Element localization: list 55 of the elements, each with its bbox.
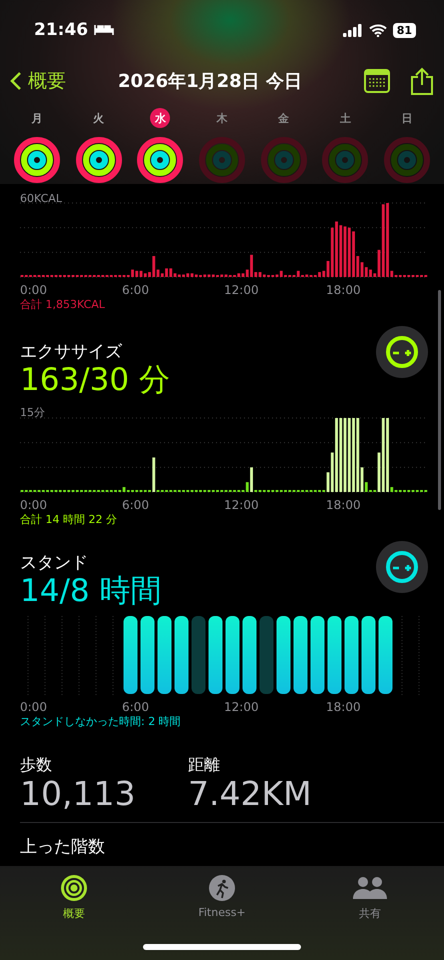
chevron-left-icon bbox=[10, 71, 22, 92]
stat-label: 距離 bbox=[188, 755, 221, 776]
runner-icon bbox=[208, 874, 236, 902]
back-link[interactable]: 概要 bbox=[10, 68, 66, 94]
weekday-tab[interactable]: 木 bbox=[212, 108, 232, 128]
wifi-icon bbox=[368, 24, 387, 37]
axis-label: 18:00 bbox=[326, 283, 362, 297]
exercise-title: エクササイズ bbox=[20, 341, 122, 363]
activity-rings-icon[interactable] bbox=[136, 136, 184, 184]
move-total: 合計 1,853KCAL bbox=[20, 297, 106, 312]
axis-label: 0:00 bbox=[20, 283, 48, 297]
calendar-button[interactable] bbox=[364, 69, 390, 94]
stat-value: 7.42KM bbox=[188, 776, 313, 812]
stat-value: 10,113 bbox=[20, 776, 136, 812]
status-time: 21:46 bbox=[34, 20, 88, 40]
axis-label: 12:00 bbox=[224, 283, 260, 297]
weekday-tab[interactable]: 水 bbox=[150, 108, 170, 128]
tab-bar-item[interactable]: 共有 bbox=[352, 874, 388, 926]
share-button[interactable] bbox=[410, 67, 434, 96]
ring-minus-plus-icon bbox=[384, 334, 420, 370]
ring-goal-button[interactable] bbox=[376, 326, 428, 378]
weekday-tab[interactable]: 月 bbox=[26, 108, 47, 128]
stand-title: スタンド bbox=[20, 552, 88, 574]
floors-label: 上った階数 bbox=[20, 836, 106, 858]
activity-rings-icon[interactable] bbox=[74, 136, 123, 184]
exercise-total: 合計 14 時間 22 分 bbox=[20, 512, 118, 528]
axis-label: 6:00 bbox=[122, 700, 150, 714]
weekday-tab[interactable]: 火 bbox=[88, 108, 109, 128]
rings-icon bbox=[60, 874, 88, 902]
axis-label: 12:00 bbox=[224, 498, 260, 512]
activity-rings-icon[interactable] bbox=[12, 136, 61, 184]
people-icon bbox=[352, 874, 388, 902]
weekday-tab[interactable]: 金 bbox=[274, 108, 294, 128]
axis-label: 0:00 bbox=[20, 700, 48, 714]
weekday-tab[interactable]: 日 bbox=[397, 108, 418, 128]
battery-level: 81 bbox=[392, 22, 416, 38]
y-axis-label: 60KCAL bbox=[20, 192, 63, 205]
axis-label: 18:00 bbox=[326, 700, 362, 714]
date-title: 2026年1月28日 今日 bbox=[117, 70, 303, 94]
axis-label: 6:00 bbox=[122, 498, 150, 512]
axis-label: 12:00 bbox=[224, 700, 260, 714]
tab-bar-item[interactable]: Fitness+ bbox=[198, 874, 246, 926]
bed-icon bbox=[94, 24, 114, 36]
ring-minus-plus-icon bbox=[384, 549, 420, 586]
axis-label: 6:00 bbox=[122, 283, 150, 297]
tab-bar-item[interactable]: 概要 bbox=[60, 874, 88, 926]
stand-caption: スタンドしなかった時間: 2 時間 bbox=[20, 714, 182, 730]
stat-label: 歩数 bbox=[20, 755, 53, 776]
exercise-value: 163/30 分 bbox=[20, 363, 170, 398]
signal-icon bbox=[342, 24, 363, 37]
weekday-tab[interactable]: 土 bbox=[335, 108, 356, 128]
axis-label: 18:00 bbox=[326, 498, 362, 512]
stand-value: 14/8 時間 bbox=[20, 574, 162, 608]
axis-label: 0:00 bbox=[20, 498, 48, 512]
y-axis-label: 15分 bbox=[20, 405, 46, 420]
